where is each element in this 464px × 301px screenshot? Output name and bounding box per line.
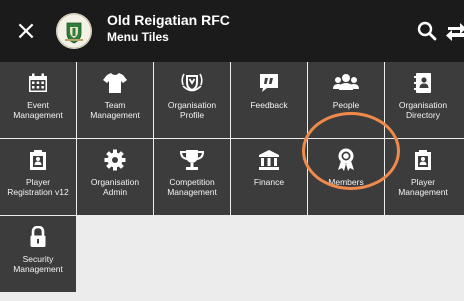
calendar-icon bbox=[0, 70, 76, 96]
tile-label: Player Management bbox=[398, 177, 448, 197]
tile-event-management[interactable]: Event Management bbox=[0, 62, 76, 138]
shirt-icon bbox=[77, 70, 153, 96]
menu-tiles-grid: Event Management Team Management Organis… bbox=[0, 62, 464, 301]
tile-label: Organisation Admin bbox=[90, 177, 140, 197]
tile-label: People bbox=[332, 100, 360, 110]
swap-arrows-icon[interactable] bbox=[446, 20, 464, 42]
tile-label: Feedback bbox=[250, 100, 288, 110]
clipboard-icon bbox=[385, 147, 461, 173]
tile-team-management[interactable]: Team Management bbox=[77, 62, 153, 138]
tile-feedback[interactable]: Feedback bbox=[231, 62, 307, 138]
close-button[interactable]: × bbox=[12, 17, 40, 45]
app-header: × Old Reigatian RFC Menu Tiles bbox=[0, 0, 464, 62]
tile-player-management[interactable]: Player Management bbox=[385, 139, 464, 215]
award-ribbon-icon bbox=[308, 147, 384, 173]
tile-label: Competition Management bbox=[167, 177, 217, 197]
tile-player-registration[interactable]: Player Registration v12 bbox=[0, 139, 76, 215]
people-icon bbox=[308, 70, 384, 96]
club-title: Old Reigatian RFC bbox=[107, 12, 230, 28]
tile-label: Player Registration v12 bbox=[7, 177, 69, 197]
tile-competition-management[interactable]: Competition Management bbox=[154, 139, 230, 215]
bank-icon bbox=[231, 147, 307, 173]
tile-label: Members bbox=[328, 177, 364, 187]
tile-label: Organisation Directory bbox=[398, 100, 448, 120]
trophy-icon bbox=[154, 147, 230, 173]
tile-organisation-admin[interactable]: Organisation Admin bbox=[77, 139, 153, 215]
directory-icon bbox=[385, 70, 461, 96]
tile-members[interactable]: Members bbox=[308, 139, 384, 215]
tile-label: Security Management bbox=[13, 254, 63, 274]
tile-label: Organisation Profile bbox=[167, 100, 217, 120]
crest-icon bbox=[154, 70, 230, 96]
tile-label: Event Management bbox=[13, 100, 63, 120]
tile-people[interactable]: People bbox=[308, 62, 384, 138]
quote-bubble-icon bbox=[231, 70, 307, 96]
clipboard-icon bbox=[0, 147, 76, 173]
tile-organisation-profile[interactable]: Organisation Profile bbox=[154, 62, 230, 138]
club-logo bbox=[56, 13, 92, 49]
tile-label: Finance bbox=[253, 177, 285, 187]
tile-label: Team Management bbox=[90, 100, 140, 120]
lock-icon bbox=[0, 224, 76, 250]
tile-finance[interactable]: Finance bbox=[231, 139, 307, 215]
page-subtitle: Menu Tiles bbox=[107, 30, 169, 44]
gear-icon bbox=[77, 147, 153, 173]
tile-security-management[interactable]: Security Management bbox=[0, 216, 76, 292]
tile-organisation-directory[interactable]: Organisation Directory bbox=[385, 62, 464, 138]
search-icon[interactable] bbox=[416, 20, 438, 42]
